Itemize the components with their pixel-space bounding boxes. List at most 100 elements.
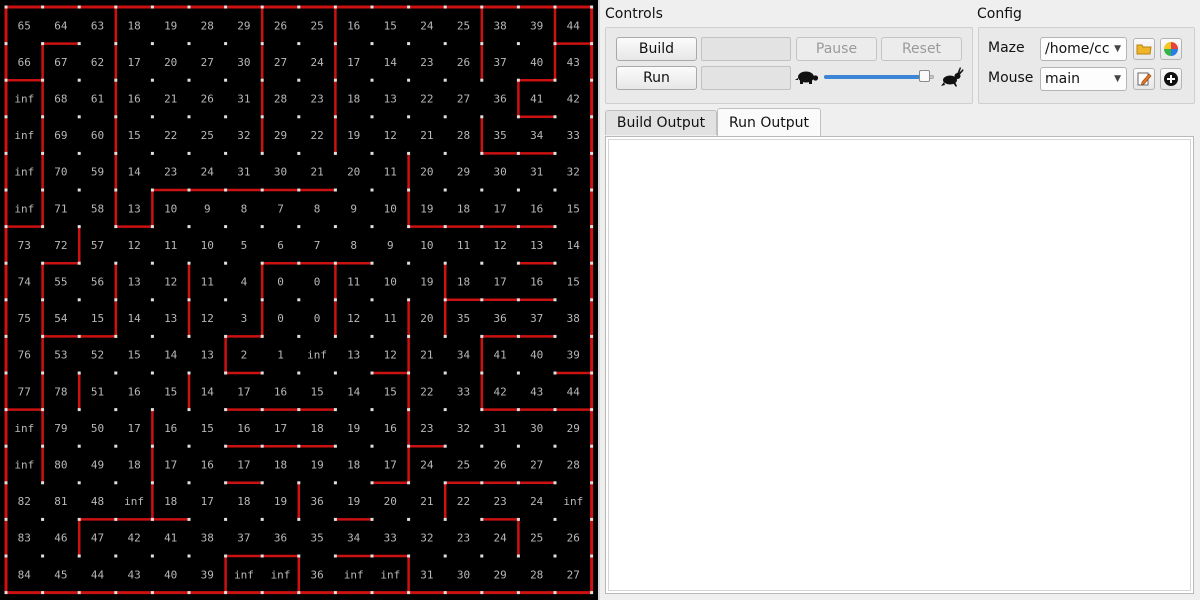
edit-icon (1137, 72, 1152, 86)
maze-post (480, 115, 484, 119)
maze-post (553, 371, 557, 375)
maze-post (187, 188, 191, 192)
maze-post (407, 517, 411, 521)
cell-distance: 20 (420, 312, 433, 325)
cell-distance: 34 (347, 532, 361, 545)
speed-slider-handle[interactable] (919, 70, 931, 82)
cell-distance: 12 (384, 349, 397, 362)
cell-distance: 20 (384, 495, 397, 508)
run-output-pane[interactable] (605, 136, 1194, 594)
maze-post (77, 298, 81, 302)
cell-distance: 25 (201, 129, 214, 142)
maze-post (333, 5, 337, 9)
maze-post (443, 334, 447, 338)
cell-distance: 9 (387, 239, 394, 252)
maze-post (260, 517, 264, 521)
reset-button[interactable]: Reset (881, 37, 962, 61)
color-button[interactable] (1160, 38, 1182, 60)
maze-post (150, 481, 154, 485)
cell-distance: 36 (310, 568, 323, 581)
cell-distance: 71 (54, 202, 67, 215)
cell-distance: 40 (164, 568, 177, 581)
maze-post (480, 225, 484, 229)
cell-distance: 17 (384, 459, 397, 472)
maze-post (224, 371, 228, 375)
maze-post (41, 225, 45, 229)
cell-distance: 22 (420, 93, 433, 106)
cell-distance: 66 (18, 56, 31, 69)
cell-distance: 15 (127, 349, 140, 362)
maze-post (41, 42, 45, 46)
maze-post (333, 591, 337, 595)
cell-distance: 13 (530, 239, 543, 252)
maze-post (407, 261, 411, 265)
maze-post (407, 225, 411, 229)
cell-distance: 16 (274, 385, 287, 398)
maze-post (187, 591, 191, 595)
cell-distance: 8 (241, 202, 248, 215)
maze-post (553, 5, 557, 9)
maze-post (224, 5, 228, 9)
maze-post (553, 334, 557, 338)
maze-select[interactable]: /home/cc ▼ (1040, 37, 1127, 61)
cell-distance: 17 (237, 459, 250, 472)
maze-post (516, 554, 520, 558)
tab-run-output[interactable]: Run Output (717, 108, 821, 137)
maze-post (114, 298, 118, 302)
edit-button[interactable] (1133, 68, 1155, 90)
maze-post (480, 517, 484, 521)
cell-distance: 14 (384, 56, 398, 69)
cell-distance: 43 (567, 56, 580, 69)
cell-distance: 27 (274, 56, 287, 69)
tab-build-output[interactable]: Build Output (605, 110, 717, 135)
maze-post (297, 334, 301, 338)
cell-distance: 36 (310, 495, 323, 508)
build-button[interactable]: Build (616, 37, 697, 61)
folder-open-button[interactable] (1133, 38, 1155, 60)
pause-button[interactable]: Pause (796, 37, 877, 61)
cell-distance: 55 (54, 276, 67, 289)
maze-post (443, 481, 447, 485)
maze-post (443, 5, 447, 9)
maze-post (150, 444, 154, 448)
maze-post (480, 444, 484, 448)
maze-post (297, 298, 301, 302)
maze-post (114, 225, 118, 229)
cell-distance: 7 (277, 202, 284, 215)
maze-post (516, 298, 520, 302)
maze-post (443, 225, 447, 229)
cell-distance: 77 (18, 385, 31, 398)
maze-post (553, 408, 557, 412)
speed-slider-fill (824, 75, 925, 79)
run-button[interactable]: Run (616, 66, 697, 90)
cell-distance: 36 (493, 93, 506, 106)
cell-distance: 23 (420, 56, 433, 69)
cell-distance: 22 (310, 129, 323, 142)
maze-post (480, 42, 484, 46)
maze-post (516, 115, 520, 119)
maze-post (443, 188, 447, 192)
cell-distance: 11 (384, 312, 397, 325)
panel-splitter[interactable] (598, 0, 600, 600)
cell-distance: 78 (54, 385, 67, 398)
cell-distance: 16 (530, 276, 543, 289)
maze-post (224, 78, 228, 82)
maze-post (297, 151, 301, 155)
cell-distance: 37 (237, 532, 250, 545)
maze-post (77, 225, 81, 229)
maze-post (590, 225, 594, 229)
speed-slider[interactable] (824, 70, 934, 82)
maze-post (407, 591, 411, 595)
maze-post (516, 444, 520, 448)
cell-distance: 42 (127, 532, 140, 545)
maze-post (224, 298, 228, 302)
maze-post (150, 517, 154, 521)
output-text-area[interactable] (608, 139, 1191, 591)
maze-post (4, 371, 8, 375)
maze-post (516, 408, 520, 412)
maze-post (297, 517, 301, 521)
mouse-select[interactable]: main ▼ (1040, 67, 1127, 91)
add-button[interactable] (1160, 68, 1182, 90)
cell-distance: 84 (18, 568, 32, 581)
maze-post (407, 78, 411, 82)
